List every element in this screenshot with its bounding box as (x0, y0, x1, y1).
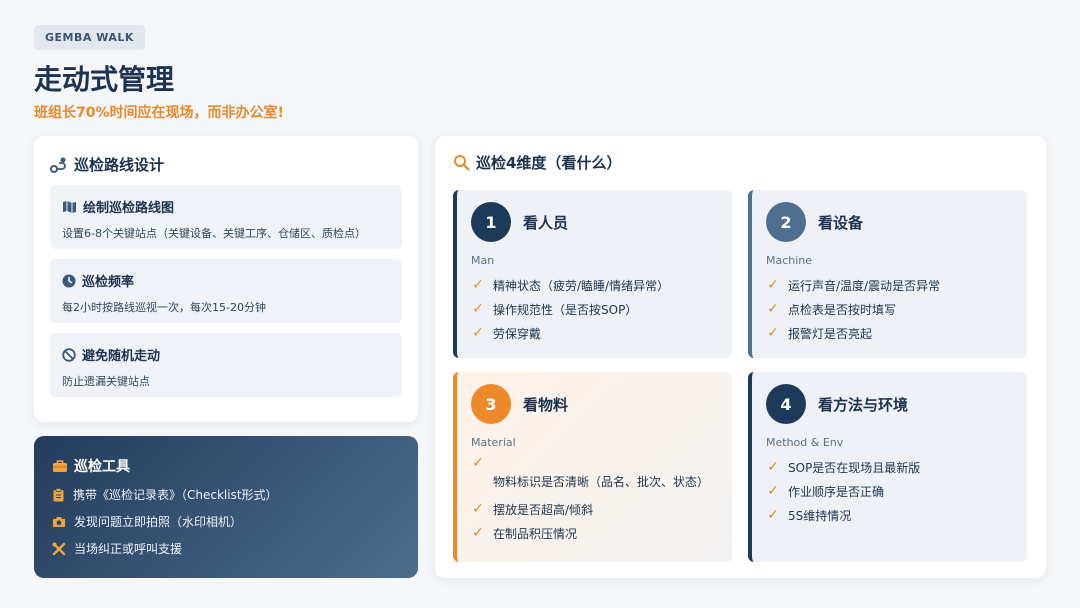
route-icon (50, 156, 68, 174)
route-design-card: 巡检路线设计 绘制巡检路线图 设置6-8个关键站点（关键设备、关键工序、仓储区、… (34, 136, 418, 422)
dimension-english: Material (471, 436, 516, 449)
route-item-desc: 设置6-8个关键站点（关键设备、关键工序、仓储区、质检点） (62, 227, 366, 240)
dimension-method-env: 4 看方法与环境 Method & Env ✓ SOP是否在现场且最新版 ✓ 作业顺… (748, 372, 1027, 562)
check-item: ✓ 作业顺序是否正确 (767, 483, 885, 499)
toolbox-icon (52, 459, 68, 473)
check-icon: ✓ (472, 525, 484, 541)
check-item: ✓ 报警灯是否亮起 (767, 325, 873, 341)
check-item: ✓ 在制品积压情况 (472, 525, 578, 541)
check-item: ✓ 摆放是否超高/倾斜 (472, 501, 594, 517)
route-item-title: 避免随机走动 (82, 349, 161, 364)
map-icon (62, 200, 77, 214)
tool-item-text: 携带《巡检记录表》（Checklist形式） (73, 488, 278, 502)
dimension-english: Method & Env (766, 436, 844, 449)
check-item: ✓ 精神状态（疲劳/瞌睡/情绪异常） (472, 277, 670, 293)
dimension-machine: 2 看设备 Machine ✓ 运行声音/温度/震动是否异常 ✓ 点检表是否按时填写… (748, 190, 1027, 358)
ban-icon (62, 347, 76, 362)
check-icon: ✓ (767, 325, 779, 341)
tool-item: 当场纠正或呼叫支援 (52, 540, 400, 557)
check-icon: ✓ (472, 325, 484, 341)
dimension-title: 看物料 (523, 395, 569, 414)
check-icon: ✓ (472, 277, 484, 293)
tools-title-text: 巡检工具 (74, 459, 130, 475)
inspection-dimensions-card: 巡检4维度（看什么） 1 看人员 Man ✓ 精神状态（疲劳/瞌睡/情绪异常） ✓… (435, 136, 1046, 578)
tool-item: 发现问题立即拍照（水印相机） (52, 513, 400, 530)
route-title-text: 巡检路线设计 (74, 156, 165, 174)
clock-icon (62, 274, 76, 288)
dimension-english: Machine (766, 254, 813, 267)
check-icon: ✓ (767, 301, 779, 317)
route-card-title: 巡检路线设计 (50, 154, 402, 175)
clipboard-icon (52, 487, 65, 502)
dimension-man: 1 看人员 Man ✓ 精神状态（疲劳/瞌睡/情绪异常） ✓ 操作规范性（是否按SO… (453, 190, 732, 358)
check-item: ✓ 操作规范性（是否按SOP） (472, 301, 638, 317)
page-title: 走动式管理 (34, 63, 175, 96)
tools-card-title: 巡检工具 (52, 456, 400, 476)
route-item-desc: 每2小时按路线巡视一次，每次15-20分钟 (62, 301, 266, 314)
magnifier-icon (453, 154, 470, 171)
check-icon: ✓ (767, 483, 779, 499)
dimension-title: 看设备 (818, 213, 864, 232)
route-item-map: 绘制巡检路线图 设置6-8个关键站点（关键设备、关键工序、仓储区、质检点） (50, 185, 402, 249)
dimension-title: 看人员 (523, 213, 569, 232)
route-item-title: 绘制巡检路线图 (83, 201, 175, 216)
check-icon: ✓ (767, 277, 779, 293)
tool-item-text: 发现问题立即拍照（水印相机） (74, 515, 243, 529)
number-badge: 1 (471, 202, 511, 242)
dimensions-card-title: 巡检4维度（看什么） (453, 152, 1028, 173)
page-subtitle: 班组长70%时间应在现场，而非办公室! (34, 105, 284, 121)
check-item: ✓ 运行声音/温度/震动是否异常 (767, 277, 941, 293)
check-item: ✓ 物料标识是否清晰（品名、批次、状态） (472, 455, 710, 489)
check-item: ✓ 5S维持情况 (767, 507, 852, 523)
dimensions-title-text: 巡检4维度（看什么） (476, 154, 622, 172)
check-icon: ✓ (472, 455, 484, 471)
route-item-desc: 防止遗漏关键站点 (62, 375, 150, 388)
tool-item-text: 当场纠正或呼叫支援 (74, 542, 183, 556)
dimension-english: Man (471, 254, 495, 267)
number-badge: 2 (766, 202, 806, 242)
check-icon: ✓ (767, 507, 779, 523)
camera-icon (52, 516, 66, 528)
inspection-tools-card: 巡检工具 携带《巡检记录表》（Checklist形式） 发现问题立即拍照（水印相… (34, 436, 418, 578)
check-item: ✓ 劳保穿戴 (472, 325, 542, 341)
route-item-frequency: 巡检频率 每2小时按路线巡视一次，每次15-20分钟 (50, 259, 402, 323)
tool-item: 携带《巡检记录表》（Checklist形式） (52, 486, 400, 503)
route-item-title: 巡检频率 (82, 275, 135, 290)
check-item: ✓ 点检表是否按时填写 (767, 301, 897, 317)
number-badge: 3 (471, 384, 511, 424)
section-tag: GEMBA WALK (34, 25, 145, 50)
dimension-material: 3 看物料 Material ✓ 物料标识是否清晰（品名、批次、状态） ✓ 摆放是否… (453, 372, 732, 562)
check-icon: ✓ (472, 501, 484, 517)
check-item: ✓ SOP是否在现场且最新版 (767, 459, 921, 475)
dimension-title: 看方法与环境 (818, 395, 909, 414)
tools-icon (52, 542, 66, 556)
check-icon: ✓ (472, 301, 484, 317)
number-badge: 4 (766, 384, 806, 424)
check-icon: ✓ (767, 459, 779, 475)
route-item-avoid-random: 避免随机走动 防止遗漏关键站点 (50, 333, 402, 397)
